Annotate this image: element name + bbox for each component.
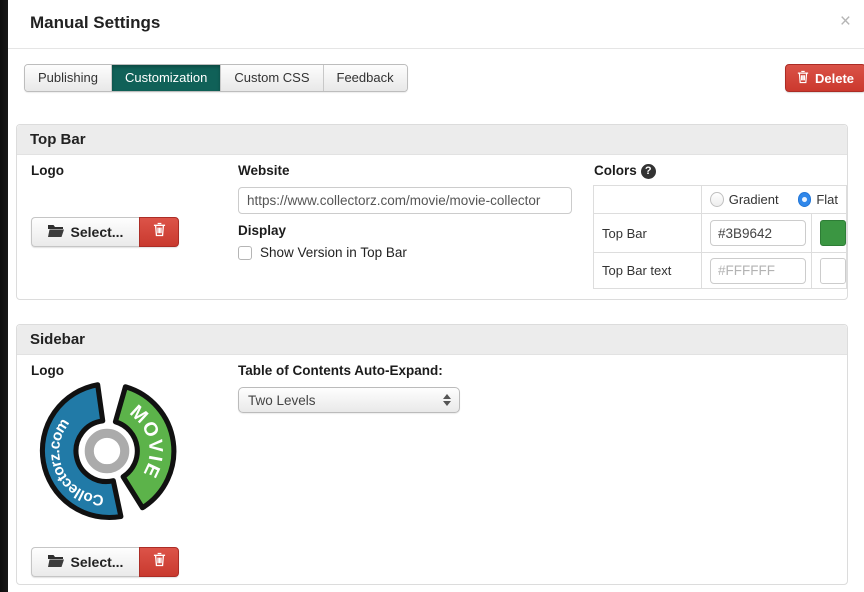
top-bar-section-header: Top Bar <box>17 125 847 155</box>
colors-table: Gradient Flat Top Bar Top Bar text <box>593 185 847 289</box>
help-icon[interactable]: ? <box>641 164 656 179</box>
top-bar-text-color-cell <box>702 253 812 289</box>
settings-tabs: Publishing Customization Custom CSS Feed… <box>24 64 408 92</box>
delete-button[interactable]: Delete <box>785 64 864 92</box>
display-label: Display <box>238 223 286 238</box>
select-sidebar-logo-button[interactable]: Select... <box>31 547 139 577</box>
colors-label: Colors? <box>594 163 656 179</box>
color-mode-cell: Gradient Flat <box>702 186 847 214</box>
toc-auto-expand-label: Table of Contents Auto-Expand: <box>238 363 443 378</box>
table-row: Gradient Flat <box>594 186 847 214</box>
top-bar-text-color-swatch[interactable] <box>820 258 846 284</box>
select-logo-label: Select... <box>71 224 124 240</box>
select-sidebar-logo-label: Select... <box>71 554 124 570</box>
show-version-row: Show Version in Top Bar <box>238 245 407 260</box>
folder-icon <box>48 224 64 240</box>
flat-radio-label[interactable]: Flat <box>816 192 838 207</box>
top-bar-text-swatch-cell <box>812 253 847 289</box>
select-caret-icon <box>443 394 451 406</box>
trash-icon <box>153 552 166 572</box>
table-row: Top Bar <box>594 214 847 253</box>
top-bar-color-cell <box>702 214 812 253</box>
select-logo-button[interactable]: Select... <box>31 217 139 247</box>
toc-auto-expand-select[interactable]: Two Levels <box>238 387 460 413</box>
tab-customization[interactable]: Customization <box>112 65 221 91</box>
top-bar-color-label: Top Bar <box>594 214 702 253</box>
trash-icon <box>797 70 809 87</box>
header-divider <box>8 48 864 49</box>
top-bar-logo-buttons: Select... <box>31 217 179 247</box>
folder-icon <box>48 554 64 570</box>
sidebar-section: Sidebar Logo Collectorz.com MOVIE Table … <box>16 324 848 585</box>
colors-label-text: Colors <box>594 163 637 178</box>
gradient-radio-label[interactable]: Gradient <box>729 192 779 207</box>
top-bar-text-color-label: Top Bar text <box>594 253 702 289</box>
logo-label: Logo <box>31 163 64 178</box>
manual-settings-dialog: Manual Settings × Publishing Customizati… <box>8 0 864 592</box>
page-title: Manual Settings <box>30 13 160 33</box>
website-input[interactable] <box>238 187 572 214</box>
delete-button-label: Delete <box>815 71 854 86</box>
top-bar-swatch-cell <box>812 214 847 253</box>
top-bar-section: Top Bar Logo Select... W <box>16 124 848 300</box>
tab-feedback[interactable]: Feedback <box>324 65 407 91</box>
gradient-radio[interactable] <box>710 192 724 207</box>
tab-custom-css[interactable]: Custom CSS <box>221 65 323 91</box>
top-bar-text-color-input[interactable] <box>710 258 806 284</box>
show-version-checkbox[interactable] <box>238 246 252 260</box>
flat-radio[interactable] <box>798 192 812 207</box>
top-bar-color-input[interactable] <box>710 220 806 246</box>
table-row: Top Bar text <box>594 253 847 289</box>
top-bar-color-swatch[interactable] <box>820 220 846 246</box>
sidebar-logo-buttons: Select... <box>31 547 179 577</box>
show-version-label: Show Version in Top Bar <box>260 245 407 260</box>
trash-icon <box>153 222 166 242</box>
sidebar-section-header: Sidebar <box>17 325 847 355</box>
website-label: Website <box>238 163 290 178</box>
collectorz-movie-logo: Collectorz.com MOVIE <box>31 375 183 527</box>
toc-auto-expand-value: Two Levels <box>248 393 316 408</box>
tab-publishing[interactable]: Publishing <box>25 65 112 91</box>
delete-logo-button[interactable] <box>139 217 179 247</box>
delete-sidebar-logo-button[interactable] <box>139 547 179 577</box>
empty-cell <box>594 186 702 214</box>
close-icon[interactable]: × <box>840 12 851 31</box>
